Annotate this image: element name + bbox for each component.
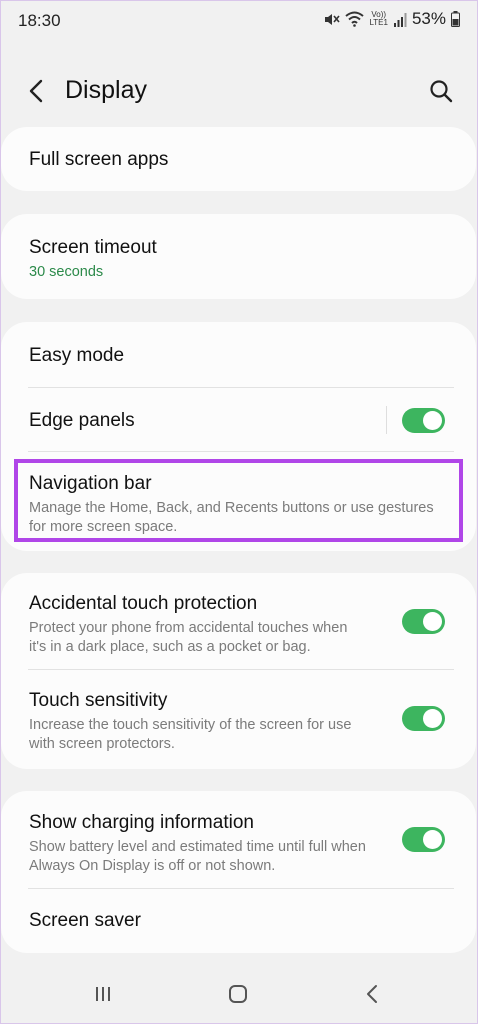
recents-icon[interactable] xyxy=(90,981,116,1007)
setting-screen-timeout[interactable]: Screen timeout 30 seconds xyxy=(1,214,476,299)
setting-edge-panels[interactable]: Edge panels xyxy=(1,388,476,452)
description-line: Increase the touch sensitivity of the sc… xyxy=(29,717,352,733)
description-line: Show battery level and estimated time un… xyxy=(29,839,366,855)
card-charging-group: Show charging information Show battery l… xyxy=(1,791,476,953)
card-screen-timeout: Screen timeout 30 seconds xyxy=(1,214,476,299)
description-line: it's in a dark place, such as a pocket o… xyxy=(29,639,311,655)
setting-full-screen-apps[interactable]: Full screen apps xyxy=(1,127,476,191)
volte-bottom-label: LTE1 xyxy=(369,18,388,27)
signal-icon xyxy=(393,12,407,27)
vertical-separator xyxy=(386,406,387,434)
page-title: Display xyxy=(65,76,147,104)
charging-info-toggle[interactable] xyxy=(402,827,445,852)
description-line: Protect your phone from accidental touch… xyxy=(29,620,348,636)
wifi-icon xyxy=(345,11,365,27)
mute-icon xyxy=(323,11,341,28)
setting-description: Increase the touch sensitivity of the sc… xyxy=(29,716,456,754)
home-icon[interactable] xyxy=(225,981,251,1007)
setting-easy-mode[interactable]: Easy mode xyxy=(1,322,476,388)
card-full-screen-apps: Full screen apps xyxy=(1,127,476,191)
system-nav-bar xyxy=(0,964,478,1024)
setting-label: Touch sensitivity xyxy=(29,690,168,711)
setting-label: Show charging information xyxy=(29,812,254,833)
description-line: Always On Display is off or not shown. xyxy=(29,858,276,874)
status-icons: Vo)) LTE1 53% xyxy=(323,9,460,29)
status-time: 18:30 xyxy=(18,11,61,30)
volte-icon: Vo)) LTE1 xyxy=(369,11,388,27)
battery-percent: 53% xyxy=(411,9,446,28)
setting-touch-sensitivity[interactable]: Touch sensitivity Increase the touch sen… xyxy=(1,670,476,769)
search-icon[interactable] xyxy=(426,76,456,106)
setting-charging-info[interactable]: Show charging information Show battery l… xyxy=(1,791,476,889)
setting-description: Show battery level and estimated time un… xyxy=(29,838,456,876)
setting-accidental-touch[interactable]: Accidental touch protection Protect your… xyxy=(1,573,476,670)
setting-value: 30 seconds xyxy=(29,264,104,280)
back-nav-icon[interactable] xyxy=(360,981,386,1007)
setting-label: Easy mode xyxy=(29,345,125,366)
setting-label: Accidental touch protection xyxy=(29,593,258,614)
setting-label: Edge panels xyxy=(29,410,135,431)
accidental-touch-toggle[interactable] xyxy=(402,609,445,634)
battery-icon xyxy=(451,11,460,27)
setting-label: Screen saver xyxy=(29,910,141,931)
touch-sensitivity-toggle[interactable] xyxy=(402,706,445,731)
setting-label: Full screen apps xyxy=(29,149,169,170)
card-touch-group: Accidental touch protection Protect your… xyxy=(1,573,476,769)
setting-description: Protect your phone from accidental touch… xyxy=(29,619,456,657)
back-arrow-icon[interactable] xyxy=(22,76,52,106)
edge-panels-toggle[interactable] xyxy=(402,408,445,433)
setting-screen-saver[interactable]: Screen saver xyxy=(1,889,476,953)
status-bar: 18:30 Vo)) LTE1 53% xyxy=(0,0,478,40)
highlight-box xyxy=(14,459,463,542)
setting-label: Screen timeout xyxy=(29,237,157,258)
description-line: with screen protectors. xyxy=(29,736,175,752)
app-header: Display xyxy=(0,60,478,120)
